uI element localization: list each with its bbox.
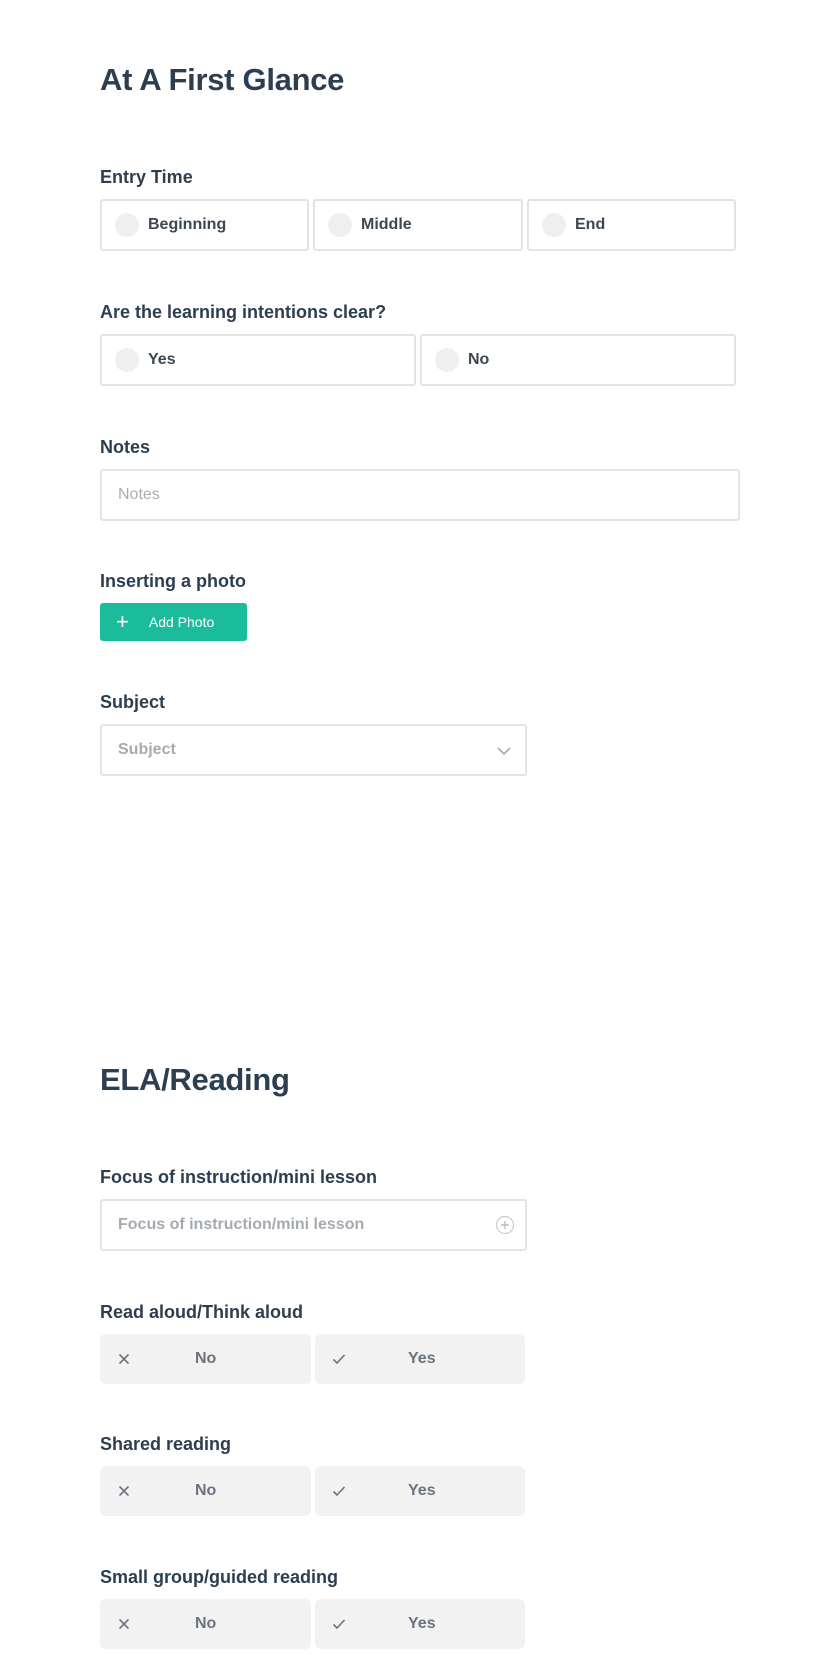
learning-intentions-option-no[interactable]: No <box>420 334 736 386</box>
notes-field-container <box>100 469 740 521</box>
radio-circle-icon <box>328 213 352 237</box>
read-aloud-label: Read aloud/Think aloud <box>100 1302 304 1322</box>
focus-label: Focus of instruction/mini lesson <box>100 1167 378 1187</box>
radio-circle-icon <box>115 348 139 372</box>
read-aloud-yes-button[interactable]: Yes <box>315 1334 525 1384</box>
entry-time-label: Entry Time <box>100 167 193 187</box>
section-title-ela-reading: ELA/Reading <box>100 1062 290 1097</box>
option-label: Beginning <box>148 216 227 233</box>
shared-reading-label: Shared reading <box>100 1434 232 1454</box>
plus-icon: + <box>116 609 129 634</box>
close-icon <box>114 1353 134 1365</box>
shared-reading-yes-button[interactable]: Yes <box>315 1466 525 1516</box>
chevron-down-icon <box>495 742 513 765</box>
option-label: End <box>575 216 606 233</box>
check-icon <box>329 1485 349 1497</box>
no-label: No <box>195 1350 217 1367</box>
entry-time-option-beginning[interactable]: Beginning <box>100 199 309 251</box>
check-icon <box>329 1618 349 1630</box>
radio-circle-icon <box>435 348 459 372</box>
focus-select-placeholder: Focus of instruction/mini lesson <box>118 1216 365 1233</box>
notes-input[interactable] <box>118 471 738 519</box>
option-label: Yes <box>148 351 176 368</box>
check-icon <box>329 1353 349 1365</box>
shared-reading-no-button[interactable]: No <box>100 1466 311 1516</box>
add-circle-icon[interactable] <box>495 1215 515 1240</box>
radio-circle-icon <box>115 213 139 237</box>
read-aloud-no-button[interactable]: No <box>100 1334 311 1384</box>
add-photo-button[interactable]: + Add Photo <box>100 603 247 641</box>
notes-label: Notes <box>100 437 151 457</box>
section-title-first-glance: At A First Glance <box>100 62 345 97</box>
yes-label: Yes <box>408 1350 436 1367</box>
small-group-no-button[interactable]: No <box>100 1599 311 1649</box>
learning-intentions-label: Are the learning intentions clear? <box>100 302 387 322</box>
photo-label: Inserting a photo <box>100 571 246 591</box>
subject-label: Subject <box>100 692 166 712</box>
entry-time-option-end[interactable]: End <box>527 199 736 251</box>
subject-select[interactable]: Subject <box>100 724 527 776</box>
close-icon <box>114 1485 134 1497</box>
learning-intentions-option-yes[interactable]: Yes <box>100 334 416 386</box>
radio-circle-icon <box>542 213 566 237</box>
option-label: No <box>468 351 490 368</box>
small-group-label: Small group/guided reading <box>100 1567 339 1587</box>
small-group-yes-button[interactable]: Yes <box>315 1599 525 1649</box>
yes-label: Yes <box>408 1615 436 1632</box>
option-label: Middle <box>361 216 412 233</box>
add-photo-button-label: Add Photo <box>148 614 215 630</box>
entry-time-option-middle[interactable]: Middle <box>313 199 523 251</box>
close-icon <box>114 1618 134 1630</box>
no-label: No <box>195 1615 217 1632</box>
focus-select[interactable]: Focus of instruction/mini lesson <box>100 1199 527 1251</box>
yes-label: Yes <box>408 1482 436 1499</box>
subject-select-placeholder: Subject <box>118 741 176 758</box>
no-label: No <box>195 1482 217 1499</box>
